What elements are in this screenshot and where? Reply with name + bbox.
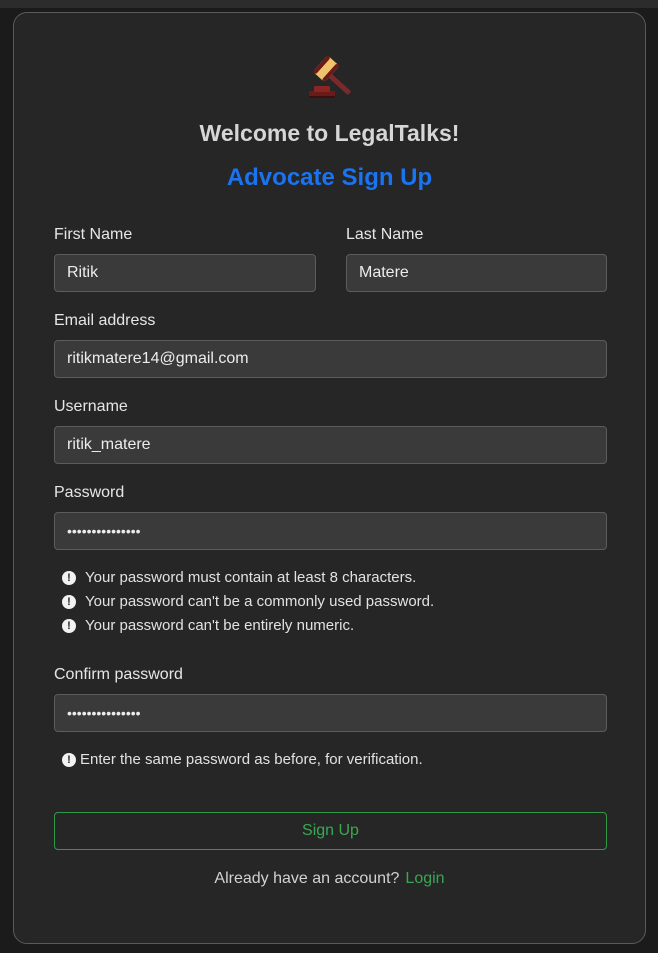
login-prompt-text: Already have an account?	[214, 870, 400, 887]
gavel-icon	[309, 56, 351, 98]
password-field[interactable]: •••••••••••••••	[54, 512, 607, 550]
password-hint-text: Your password can't be a commonly used p…	[85, 593, 435, 610]
last-name-label: Last Name	[346, 226, 424, 243]
confirm-password-hint: ! Enter the same password as before, for…	[62, 751, 423, 768]
password-hint-text: Your password can't be entirely numeric.	[85, 617, 355, 634]
confirm-password-field[interactable]: •••••••••••••••	[54, 694, 607, 732]
exclamation-circle-icon: !	[62, 618, 76, 633]
first-name-label: First Name	[54, 226, 133, 243]
exclamation-circle-icon: !	[62, 594, 76, 609]
window-top-bar	[0, 0, 658, 8]
username-label: Username	[54, 398, 128, 415]
exclamation-circle-icon: !	[62, 570, 76, 585]
confirm-password-hint-text: Enter the same password as before, for v…	[80, 751, 423, 768]
first-name-field[interactable]: Ritik	[54, 254, 316, 292]
page-title: Advocate Sign Up	[226, 164, 433, 191]
signup-card: Welcome to LegalTalks! Advocate Sign Up …	[13, 12, 646, 944]
password-hint-text: Your password must contain at least 8 ch…	[85, 569, 417, 586]
sign-up-button[interactable]: Sign Up	[54, 812, 607, 850]
welcome-heading: Welcome to LegalTalks!	[199, 120, 460, 146]
username-field[interactable]: ritik_matere	[54, 426, 607, 464]
email-label: Email address	[54, 312, 156, 329]
password-hint: ! Your password can't be a commonly used…	[62, 593, 434, 610]
exclamation-circle-icon: !	[62, 752, 76, 767]
password-hint: ! Your password can't be entirely numeri…	[62, 617, 354, 634]
email-field[interactable]: ritikmatere14@gmail.com	[54, 340, 607, 378]
login-prompt: Already have an account? Login	[14, 870, 645, 888]
last-name-field[interactable]: Matere	[346, 254, 607, 292]
password-hint: ! Your password must contain at least 8 …	[62, 569, 416, 586]
confirm-password-label: Confirm password	[54, 666, 183, 683]
password-label: Password	[54, 484, 125, 501]
login-link[interactable]: Login	[405, 870, 444, 887]
